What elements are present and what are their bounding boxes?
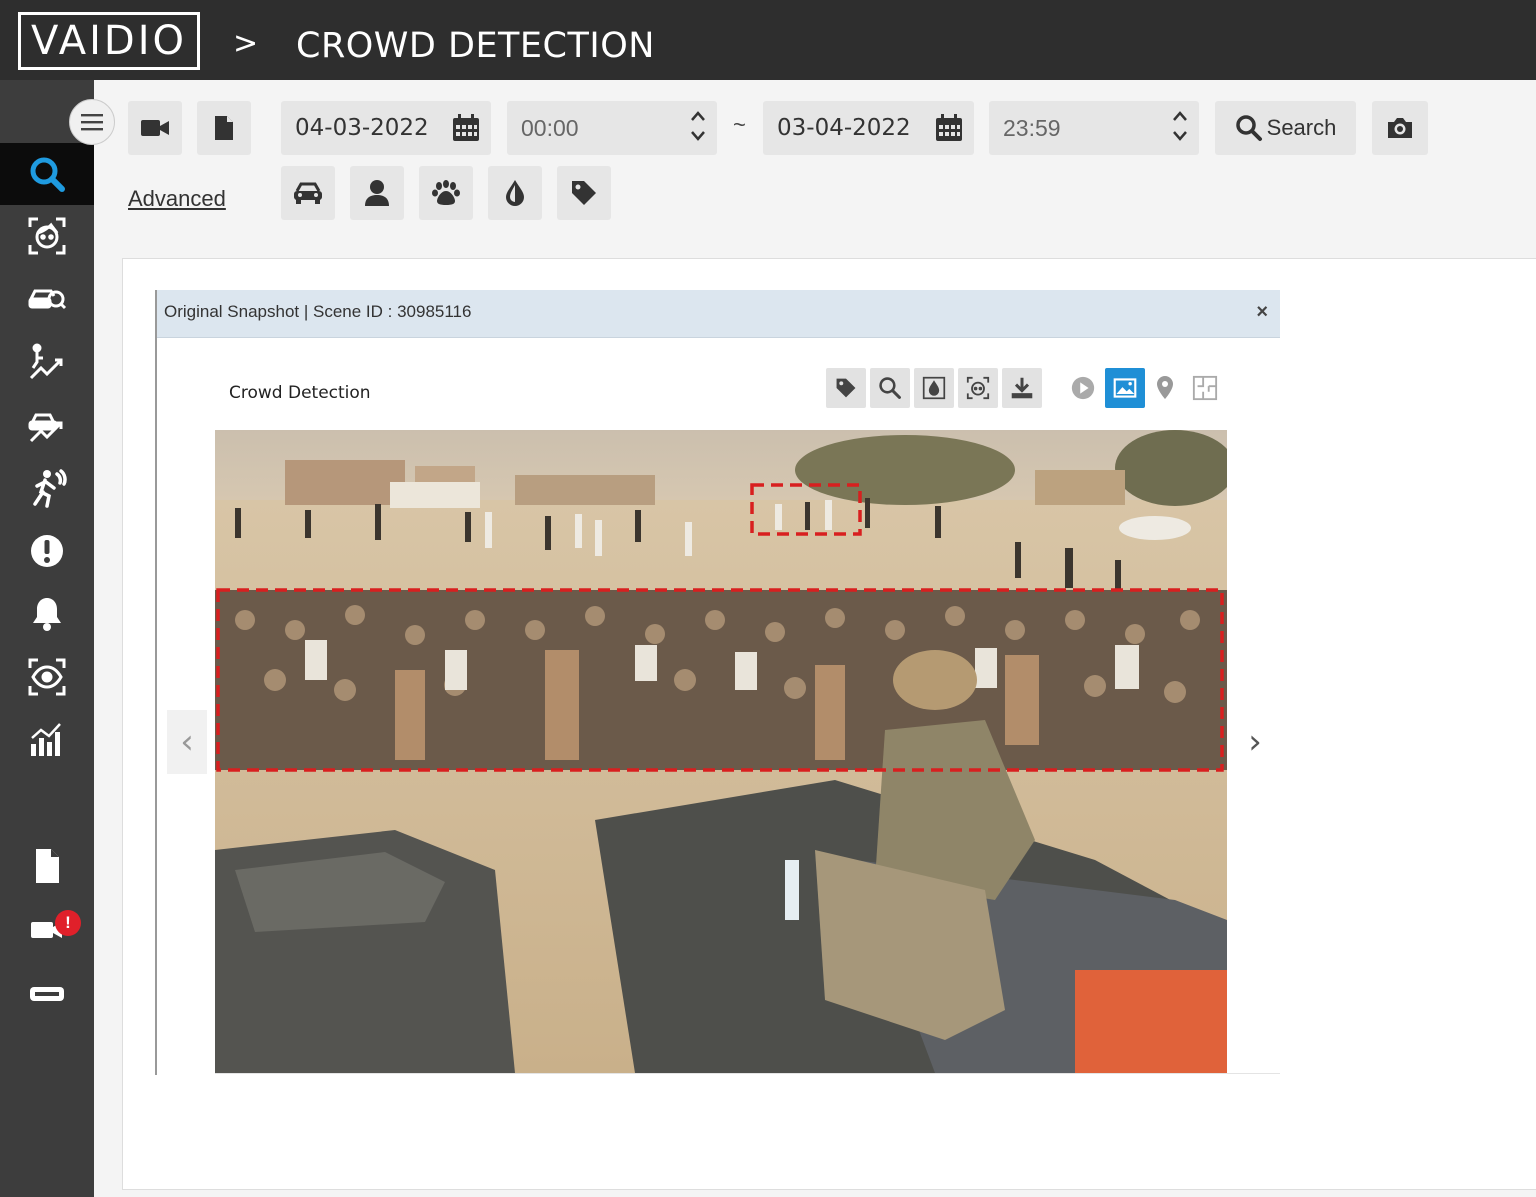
face-tool-button[interactable] — [958, 368, 998, 408]
camera-icon — [1388, 118, 1412, 138]
next-image-button[interactable]: › — [1235, 710, 1275, 774]
start-time-value: 00:00 — [521, 114, 579, 141]
start-time-field[interactable]: 00:00 — [507, 101, 717, 155]
floor-plan-icon — [1192, 375, 1218, 401]
document-mode-button[interactable] — [197, 101, 251, 155]
image-icon — [1113, 378, 1137, 398]
dialog-header: Original Snapshot | Scene ID : 30985116 … — [157, 290, 1280, 338]
analytics-chart-icon — [31, 723, 61, 756]
face-scan-icon — [28, 217, 66, 255]
magnifier-icon — [879, 377, 901, 399]
search-icon — [1235, 115, 1262, 141]
menu-toggle-button[interactable] — [69, 99, 115, 145]
crowd-scene-image — [215, 430, 1227, 1073]
zoom-tool-button[interactable] — [870, 368, 910, 408]
previous-image-button[interactable]: ‹ — [167, 710, 207, 774]
close-icon[interactable]: × — [1256, 302, 1268, 322]
filter-vehicle-button[interactable] — [281, 166, 335, 220]
document-icon — [215, 116, 233, 140]
location-button[interactable] — [1145, 368, 1185, 408]
time-stepper-icon[interactable] — [1171, 109, 1189, 143]
filter-color-button[interactable] — [488, 166, 542, 220]
play-circle-icon — [1071, 376, 1095, 400]
filter-animal-button[interactable] — [419, 166, 473, 220]
vehicle-trend-icon — [28, 413, 63, 443]
download-tool-button[interactable] — [1002, 368, 1042, 408]
sidebar-item-person-trend[interactable] — [0, 331, 94, 393]
tag-tool-button[interactable] — [826, 368, 866, 408]
calendar-icon[interactable] — [451, 113, 481, 143]
card-icon — [30, 987, 64, 1001]
end-time-field[interactable]: 23:59 — [989, 101, 1199, 155]
dialog-title: Original Snapshot | Scene ID : 30985116 — [164, 302, 472, 321]
search-button[interactable]: Search — [1215, 101, 1356, 155]
image-view-button[interactable] — [1105, 368, 1145, 408]
bell-icon — [33, 598, 61, 631]
droplet-frame-icon — [922, 376, 946, 400]
sidebar-item-monitor[interactable] — [0, 646, 94, 708]
end-date-field[interactable]: 03-04-2022 — [763, 101, 974, 155]
running-person-icon — [33, 469, 67, 508]
sidebar: ! — [0, 80, 94, 1197]
sidebar-item-vehicle-trend[interactable] — [0, 394, 94, 456]
sidebar-item-vehicle-search[interactable] — [0, 268, 94, 330]
paw-icon — [432, 180, 460, 205]
sidebar-item-reports[interactable] — [0, 835, 94, 897]
search-icon — [30, 157, 65, 192]
breadcrumb-chevron-icon: > — [233, 26, 259, 61]
map-pin-icon — [1157, 376, 1173, 399]
vaidio-logo[interactable]: VAIDIO — [18, 12, 200, 70]
filter-tag-button[interactable] — [557, 166, 611, 220]
sidebar-item-cameras[interactable] — [0, 898, 94, 960]
time-stepper-icon[interactable] — [689, 109, 707, 143]
sidebar-item-alerts[interactable] — [0, 520, 94, 582]
face-scan-icon — [966, 376, 990, 400]
start-date-field[interactable]: 04-03-2022 — [281, 101, 491, 155]
car-icon — [294, 182, 322, 204]
alert-icon — [31, 535, 63, 567]
hamburger-icon — [81, 114, 103, 131]
snapshot-search-button[interactable] — [1372, 101, 1428, 155]
camera-alert-badge: ! — [55, 910, 81, 936]
sidebar-item-face-search[interactable] — [0, 205, 94, 267]
video-camera-icon — [141, 120, 169, 136]
color-tool-button[interactable] — [914, 368, 954, 408]
advanced-link[interactable]: Advanced — [128, 186, 226, 212]
end-time-value: 23:59 — [1003, 114, 1061, 141]
calendar-icon[interactable] — [934, 113, 964, 143]
person-trend-icon — [29, 343, 63, 380]
tag-icon — [572, 181, 596, 205]
sidebar-item-notifications[interactable] — [0, 583, 94, 645]
video-mode-button[interactable] — [128, 101, 182, 155]
sidebar-item-devices[interactable] — [0, 963, 94, 1025]
sidebar-item-activity[interactable] — [0, 457, 94, 519]
document-icon — [36, 849, 59, 883]
snapshot-dialog: Original Snapshot | Scene ID : 30985116 … — [155, 290, 1280, 1075]
person-icon — [365, 180, 389, 206]
scene-snapshot[interactable] — [215, 430, 1227, 1073]
download-icon — [1011, 377, 1033, 399]
droplet-icon — [506, 180, 524, 206]
sidebar-item-search[interactable] — [0, 143, 94, 205]
top-bar: VAIDIO > CROWD DETECTION — [0, 0, 1536, 80]
floor-plan-button[interactable] — [1185, 368, 1225, 408]
range-separator: ~ — [733, 112, 746, 137]
sidebar-item-analytics[interactable] — [0, 709, 94, 771]
filter-person-button[interactable] — [350, 166, 404, 220]
dialog-divider — [215, 1073, 1280, 1074]
end-date-value: 03-04-2022 — [777, 115, 911, 141]
detection-type-label: Crowd Detection — [229, 383, 371, 403]
play-video-button[interactable] — [1063, 368, 1103, 408]
vehicle-scan-icon — [28, 289, 67, 310]
eye-scan-icon — [28, 658, 66, 696]
tag-icon — [836, 378, 856, 398]
start-date-value: 04-03-2022 — [295, 115, 429, 141]
page-title: CROWD DETECTION — [296, 26, 655, 66]
search-button-label: Search — [1266, 115, 1337, 140]
